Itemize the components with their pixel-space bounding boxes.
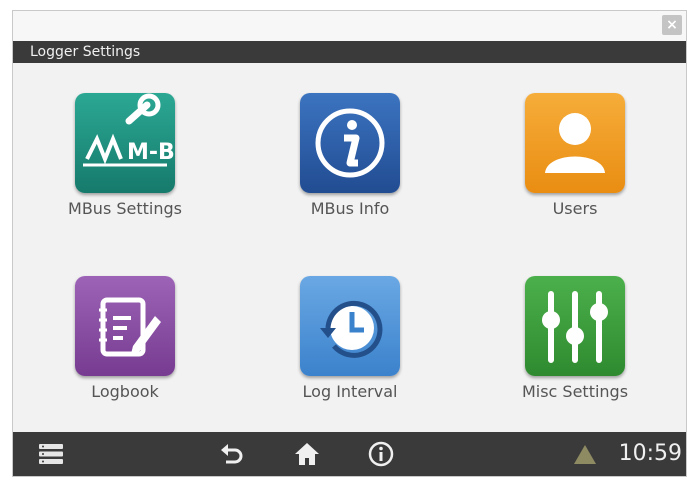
warning-icon[interactable] [571,440,599,468]
clock-history-icon [300,276,400,376]
back-icon[interactable] [217,440,245,468]
close-button[interactable]: × [662,15,682,35]
info-icon [300,93,400,193]
clock: 10:59 [618,441,682,466]
tile-misc-settings[interactable]: Misc Settings [475,276,675,426]
tile-label: Log Interval [302,382,398,401]
window-title: Logger Settings [30,44,141,60]
tile-label: MBus Info [310,199,390,218]
tile-logbook[interactable]: Logbook [25,276,225,426]
info-icon[interactable] [367,440,395,468]
taskbar: 10:59 [13,432,686,476]
tile-mbus-settings[interactable]: M-Bus MBus Settings [25,93,225,243]
menu-icon[interactable] [37,440,65,468]
mbus-settings-icon: M-Bus [75,93,175,193]
tile-label: Users [552,199,598,218]
svg-text:M-Bus: M-Bus [127,140,175,165]
window-top-strip: × [13,11,686,41]
home-icon[interactable] [293,440,321,468]
tile-mbus-info[interactable]: MBus Info [250,93,450,243]
sliders-icon [525,276,625,376]
notebook-pen-icon [75,276,175,376]
tile-label: Misc Settings [521,382,629,401]
tile-label: Logbook [91,382,159,401]
title-bar: Logger Settings [13,41,686,63]
logger-screen: × Logger Settings M-Bus MBus Settings MB… [12,10,687,477]
tile-label: MBus Settings [68,199,182,218]
tile-users[interactable]: Users [475,93,675,243]
tile-log-interval[interactable]: Log Interval [250,276,450,426]
user-icon [525,93,625,193]
